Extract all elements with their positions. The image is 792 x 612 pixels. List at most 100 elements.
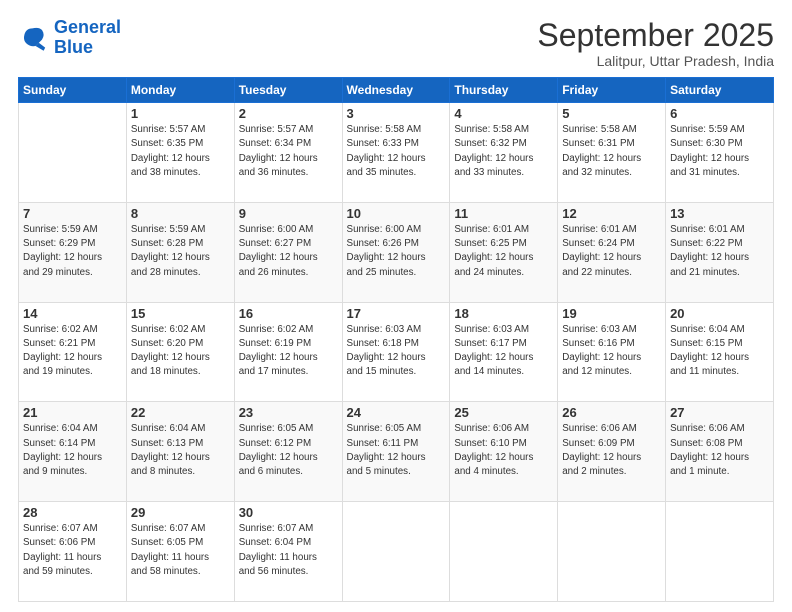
day-number: 22 — [131, 405, 230, 420]
day-number: 13 — [670, 206, 769, 221]
calendar-cell — [342, 502, 450, 602]
calendar-cell: 9Sunrise: 6:00 AMSunset: 6:27 PMDaylight… — [234, 202, 342, 302]
calendar-week-0: 1Sunrise: 5:57 AMSunset: 6:35 PMDaylight… — [19, 103, 774, 203]
weekday-header-sunday: Sunday — [19, 78, 127, 103]
calendar-cell: 29 Sunrise: 6:07 AMSunset: 6:05 PMDayligh… — [126, 502, 234, 602]
calendar-cell: 2 Sunrise: 5:57 AMSunset: 6:34 PMDaylight… — [234, 103, 342, 203]
calendar-cell: 22 Sunrise: 6:04 AMSunset: 6:13 PMDayligh… — [126, 402, 234, 502]
calendar-cell: 8 Sunrise: 5:59 AMSunset: 6:28 PMDaylight… — [126, 202, 234, 302]
day-info: Sunrise: 5:58 AMSunset: 6:32 PMDaylight:… — [454, 123, 553, 180]
subtitle: Lalitpur, Uttar Pradesh, India — [537, 53, 774, 69]
day-number: 6 — [670, 106, 769, 121]
calendar-cell — [666, 502, 774, 602]
day-number: 9 — [239, 206, 338, 221]
calendar-cell: 7 Sunrise: 5:59 AMSunset: 6:29 PMDaylight… — [19, 202, 127, 302]
day-number: 11 — [454, 206, 553, 221]
day-number: 23 — [239, 405, 338, 420]
day-info: Sunrise: 6:04 AMSunset: 6:13 PMDaylight:… — [131, 422, 230, 479]
weekday-header-friday: Friday — [558, 78, 666, 103]
day-number: 5 — [562, 106, 661, 121]
day-number: 2 — [239, 106, 338, 121]
calendar-cell: 12Sunrise: 6:01 AMSunset: 6:24 PMDayligh… — [558, 202, 666, 302]
calendar-cell: 3 Sunrise: 5:58 AMSunset: 6:33 PMDaylight… — [342, 103, 450, 203]
day-info: Sunrise: 5:57 AMSunset: 6:34 PMDaylight:… — [239, 123, 338, 180]
calendar-cell: 20Sunrise: 6:04 AMSunset: 6:15 PMDayligh… — [666, 302, 774, 402]
calendar-cell: 14 Sunrise: 6:02 AMSunset: 6:21 PMDayligh… — [19, 302, 127, 402]
day-info: Sunrise: 6:03 AMSunset: 6:18 PMDaylight:… — [347, 323, 446, 380]
day-info: Sunrise: 6:00 AMSunset: 6:26 PMDaylight:… — [347, 223, 446, 280]
logo-line2: Blue — [54, 37, 93, 57]
calendar-cell: 27Sunrise: 6:06 AMSunset: 6:08 PMDayligh… — [666, 402, 774, 502]
calendar-cell: 19 Sunrise: 6:03 AMSunset: 6:16 PMDayligh… — [558, 302, 666, 402]
calendar-table: SundayMondayTuesdayWednesdayThursdayFrid… — [18, 77, 774, 602]
day-info: Sunrise: 6:07 AMSunset: 6:06 PMDaylight:… — [23, 522, 122, 579]
day-number: 15 — [131, 306, 230, 321]
day-info: Sunrise: 6:01 AMSunset: 6:25 PMDaylight:… — [454, 223, 553, 280]
calendar-cell: 28 Sunrise: 6:07 AMSunset: 6:06 PMDayligh… — [19, 502, 127, 602]
calendar-cell: 23 Sunrise: 6:05 AMSunset: 6:12 PMDayligh… — [234, 402, 342, 502]
day-number: 4 — [454, 106, 553, 121]
weekday-header-wednesday: Wednesday — [342, 78, 450, 103]
day-number: 21 — [23, 405, 122, 420]
logo-icon — [18, 22, 50, 54]
day-number: 30 — [239, 505, 338, 520]
day-number: 24 — [347, 405, 446, 420]
day-info: Sunrise: 6:03 AMSunset: 6:16 PMDaylight:… — [562, 323, 661, 380]
day-info: Sunrise: 5:59 AMSunset: 6:29 PMDaylight:… — [23, 223, 122, 280]
calendar-cell — [450, 502, 558, 602]
day-info: Sunrise: 6:04 AMSunset: 6:14 PMDaylight:… — [23, 422, 122, 479]
day-number: 18 — [454, 306, 553, 321]
calendar-cell: 21 Sunrise: 6:04 AMSunset: 6:14 PMDayligh… — [19, 402, 127, 502]
calendar-cell: 6Sunrise: 5:59 AMSunset: 6:30 PMDaylight… — [666, 103, 774, 203]
logo: General Blue — [18, 18, 121, 58]
day-number: 17 — [347, 306, 446, 321]
day-info: Sunrise: 6:07 AMSunset: 6:04 PMDaylight:… — [239, 522, 338, 579]
day-info: Sunrise: 5:58 AMSunset: 6:33 PMDaylight:… — [347, 123, 446, 180]
calendar-cell: 25Sunrise: 6:06 AMSunset: 6:10 PMDayligh… — [450, 402, 558, 502]
day-number: 1 — [131, 106, 230, 121]
day-info: Sunrise: 6:07 AMSunset: 6:05 PMDaylight:… — [131, 522, 230, 579]
day-info: Sunrise: 6:01 AMSunset: 6:24 PMDaylight:… — [562, 223, 661, 280]
day-number: 3 — [347, 106, 446, 121]
page: General Blue September 2025 Lalitpur, Ut… — [0, 0, 792, 612]
day-number: 19 — [562, 306, 661, 321]
calendar-cell: 1Sunrise: 5:57 AMSunset: 6:35 PMDaylight… — [126, 103, 234, 203]
day-number: 29 — [131, 505, 230, 520]
day-number: 28 — [23, 505, 122, 520]
day-number: 7 — [23, 206, 122, 221]
logo-line1: General — [54, 17, 121, 37]
day-number: 10 — [347, 206, 446, 221]
day-number: 25 — [454, 405, 553, 420]
day-info: Sunrise: 5:59 AMSunset: 6:28 PMDaylight:… — [131, 223, 230, 280]
day-number: 8 — [131, 206, 230, 221]
day-info: Sunrise: 6:06 AMSunset: 6:09 PMDaylight:… — [562, 422, 661, 479]
calendar-cell: 17 Sunrise: 6:03 AMSunset: 6:18 PMDayligh… — [342, 302, 450, 402]
day-number: 27 — [670, 405, 769, 420]
calendar-cell: 11 Sunrise: 6:01 AMSunset: 6:25 PMDayligh… — [450, 202, 558, 302]
day-info: Sunrise: 6:05 AMSunset: 6:12 PMDaylight:… — [239, 422, 338, 479]
calendar-cell: 5 Sunrise: 5:58 AMSunset: 6:31 PMDaylight… — [558, 103, 666, 203]
day-number: 16 — [239, 306, 338, 321]
calendar-cell: 18Sunrise: 6:03 AMSunset: 6:17 PMDayligh… — [450, 302, 558, 402]
calendar-cell: 15Sunrise: 6:02 AMSunset: 6:20 PMDayligh… — [126, 302, 234, 402]
logo-text: General Blue — [54, 18, 121, 58]
day-number: 26 — [562, 405, 661, 420]
calendar-week-4: 28 Sunrise: 6:07 AMSunset: 6:06 PMDayligh… — [19, 502, 774, 602]
calendar-cell: 26 Sunrise: 6:06 AMSunset: 6:09 PMDayligh… — [558, 402, 666, 502]
calendar-week-1: 7 Sunrise: 5:59 AMSunset: 6:29 PMDaylight… — [19, 202, 774, 302]
weekday-header-row: SundayMondayTuesdayWednesdayThursdayFrid… — [19, 78, 774, 103]
calendar-cell: 4 Sunrise: 5:58 AMSunset: 6:32 PMDaylight… — [450, 103, 558, 203]
day-number: 14 — [23, 306, 122, 321]
day-info: Sunrise: 6:01 AMSunset: 6:22 PMDaylight:… — [670, 223, 769, 280]
calendar-cell: 10 Sunrise: 6:00 AMSunset: 6:26 PMDayligh… — [342, 202, 450, 302]
day-number: 20 — [670, 306, 769, 321]
calendar-cell: 24Sunrise: 6:05 AMSunset: 6:11 PMDayligh… — [342, 402, 450, 502]
calendar-cell — [19, 103, 127, 203]
month-title: September 2025 — [537, 18, 774, 53]
weekday-header-monday: Monday — [126, 78, 234, 103]
day-info: Sunrise: 5:58 AMSunset: 6:31 PMDaylight:… — [562, 123, 661, 180]
day-info: Sunrise: 6:02 AMSunset: 6:21 PMDaylight:… — [23, 323, 122, 380]
calendar-week-3: 21 Sunrise: 6:04 AMSunset: 6:14 PMDayligh… — [19, 402, 774, 502]
header: General Blue September 2025 Lalitpur, Ut… — [18, 18, 774, 69]
calendar-cell: 30 Sunrise: 6:07 AMSunset: 6:04 PMDayligh… — [234, 502, 342, 602]
